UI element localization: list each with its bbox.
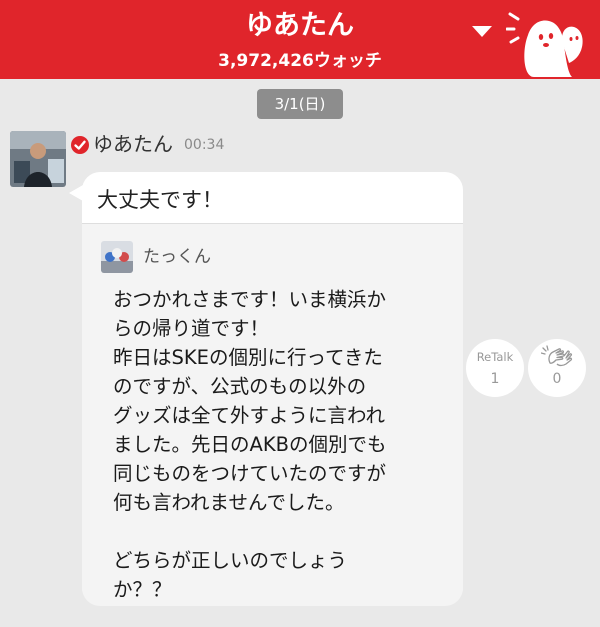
quoted-line: か？？ bbox=[113, 578, 172, 601]
app-header: ゆあたん 3,972,426ウォッチ bbox=[0, 0, 600, 79]
quoted-sender-name: たっくん bbox=[143, 247, 211, 267]
chevron-down-icon[interactable] bbox=[472, 26, 492, 37]
date-separator: 3/1(日) bbox=[257, 89, 343, 119]
quoted-text: おつかれさまです！いま横浜か らの帰り道です！ 昨日はSKEの個別に行ってきた … bbox=[113, 285, 453, 604]
quoted-line: どちらが正しいのでしょう bbox=[113, 549, 348, 572]
verified-check-icon bbox=[71, 136, 89, 154]
quoted-line bbox=[113, 517, 453, 546]
quoted-avatar bbox=[101, 241, 133, 273]
quoted-line: 同じものをつけていたのですが bbox=[113, 462, 387, 485]
clap-icon bbox=[541, 345, 573, 367]
retalk-button[interactable]: ReTalk 1 bbox=[466, 339, 524, 397]
quoted-line: ました。先日のAKBの個別でも bbox=[113, 433, 387, 456]
mascot-icon[interactable] bbox=[506, 5, 586, 77]
bubble-tail bbox=[69, 185, 83, 201]
quoted-line: のですが、公式のもの以外の bbox=[113, 375, 367, 398]
quoted-line: グッズは全て外すように言われ bbox=[113, 404, 386, 427]
clap-button[interactable]: 0 bbox=[528, 339, 586, 397]
quoted-line: らの帰り道です！ bbox=[113, 317, 270, 340]
clap-count: 0 bbox=[552, 371, 562, 387]
message-time: 00:34 bbox=[184, 137, 225, 153]
quoted-line: 昨日はSKEの個別に行ってきた bbox=[113, 346, 383, 369]
retalk-label: ReTalk bbox=[476, 350, 514, 364]
sender-name[interactable]: ゆあたん bbox=[93, 131, 173, 157]
avatar[interactable] bbox=[10, 131, 66, 187]
retalk-count: 1 bbox=[490, 371, 500, 387]
quoted-line: 何も言われませんでした。 bbox=[113, 491, 345, 514]
reply-text: 大丈夫です！ bbox=[97, 188, 223, 212]
quoted-line: おつかれさまです！いま横浜か bbox=[113, 288, 387, 311]
